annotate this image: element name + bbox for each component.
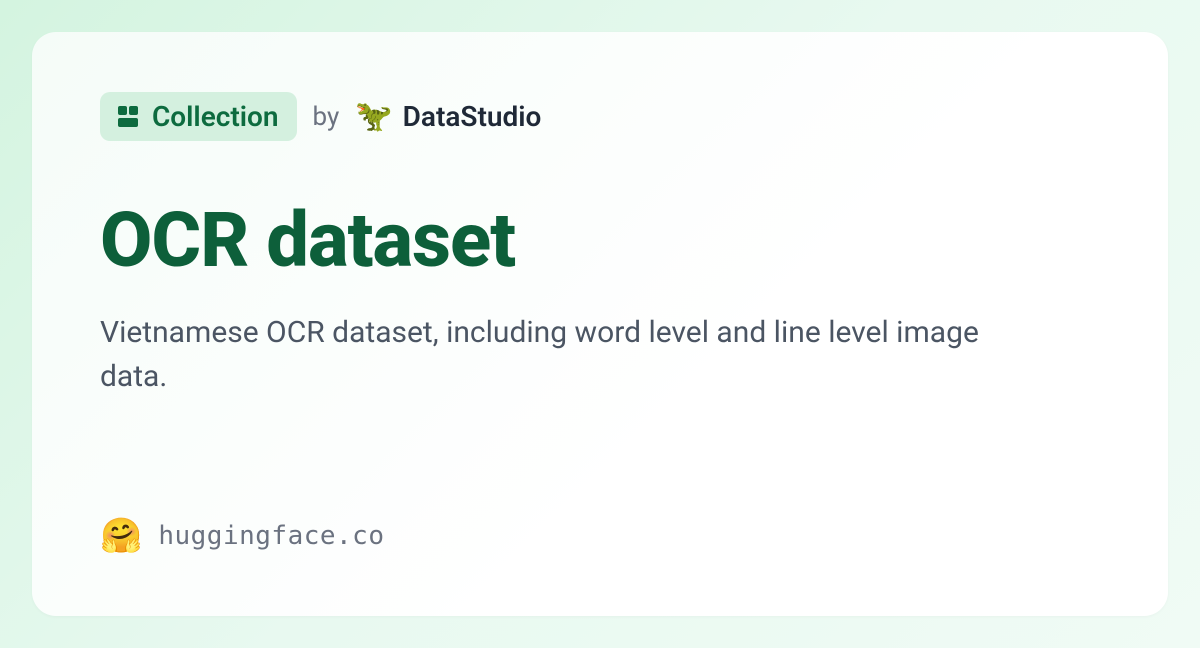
- collection-card: Collection by 🦖 DataStudio OCR dataset V…: [32, 32, 1168, 616]
- collection-label: Collection: [152, 100, 279, 133]
- collection-icon: [118, 106, 140, 128]
- footer-domain: huggingface.co: [158, 521, 384, 551]
- by-label: by: [313, 102, 340, 132]
- page-title: OCR dataset: [100, 195, 1100, 285]
- collection-badge[interactable]: Collection: [100, 92, 297, 141]
- header-row: Collection by 🦖 DataStudio: [100, 92, 1100, 141]
- author-link[interactable]: 🦖 DataStudio: [355, 99, 541, 134]
- description: Vietnamese OCR dataset, including word l…: [100, 311, 1020, 398]
- huggingface-icon: 🤗: [100, 516, 142, 556]
- author-name: DataStudio: [403, 100, 542, 133]
- footer: 🤗 huggingface.co: [100, 516, 1100, 556]
- author-avatar-emoji: 🦖: [355, 99, 392, 134]
